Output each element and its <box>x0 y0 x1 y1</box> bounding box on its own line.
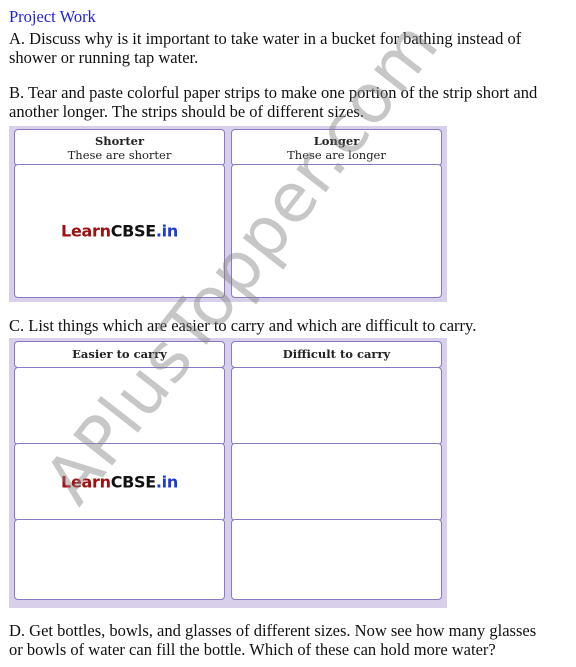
table-cell <box>231 367 442 445</box>
question-c: C. List things which are easier to carry… <box>9 316 476 335</box>
question-b-line-1: B. Tear and paste colorful paper strips … <box>9 83 538 102</box>
table-cell <box>231 443 442 521</box>
table-header-longer: Longer These are longer <box>231 129 442 166</box>
carry-table: Easier to carry Difficult to carry Learn… <box>9 338 447 608</box>
table-header-difficult: Difficult to carry <box>231 341 442 368</box>
shorter-longer-table: Shorter These are shorter Longer These a… <box>9 126 447 302</box>
table-header-shorter: Shorter These are shorter <box>14 129 225 166</box>
question-b-line-2: another longer. The strips should be of … <box>9 102 364 121</box>
learncbse-logo: LearnCBSE.in <box>61 472 178 492</box>
question-d-line-2: or bowls of water can fill the bottle. W… <box>9 640 496 659</box>
header-subtitle: These are shorter <box>67 148 172 162</box>
question-b: B. Tear and paste colorful paper strips … <box>9 83 537 121</box>
question-c-line-1: C. List things which are easier to carry… <box>9 316 477 335</box>
question-a-line-2: shower or running tap water. <box>9 48 199 67</box>
header-subtitle: These are longer <box>287 148 386 162</box>
section-title: Project Work <box>9 7 96 26</box>
learncbse-logo: LearnCBSE.in <box>61 221 178 241</box>
question-d: D. Get bottles, bowls, and glasses of di… <box>9 621 536 659</box>
table-cell-shorter: LearnCBSE.in <box>14 164 225 298</box>
table-cell-longer <box>231 164 442 298</box>
header-title: Longer <box>313 134 360 148</box>
question-d-line-1: D. Get bottles, bowls, and glasses of di… <box>9 621 537 640</box>
table-header-easier: Easier to carry <box>14 341 225 368</box>
question-a-line-1: A. Discuss why is it important to take w… <box>9 29 522 48</box>
table-cell <box>231 519 442 600</box>
table-cell: LearnCBSE.in <box>14 443 225 521</box>
question-a: A. Discuss why is it important to take w… <box>9 29 521 67</box>
table-cell <box>14 519 225 600</box>
header-title: Shorter <box>94 134 145 148</box>
table-cell <box>14 367 225 445</box>
